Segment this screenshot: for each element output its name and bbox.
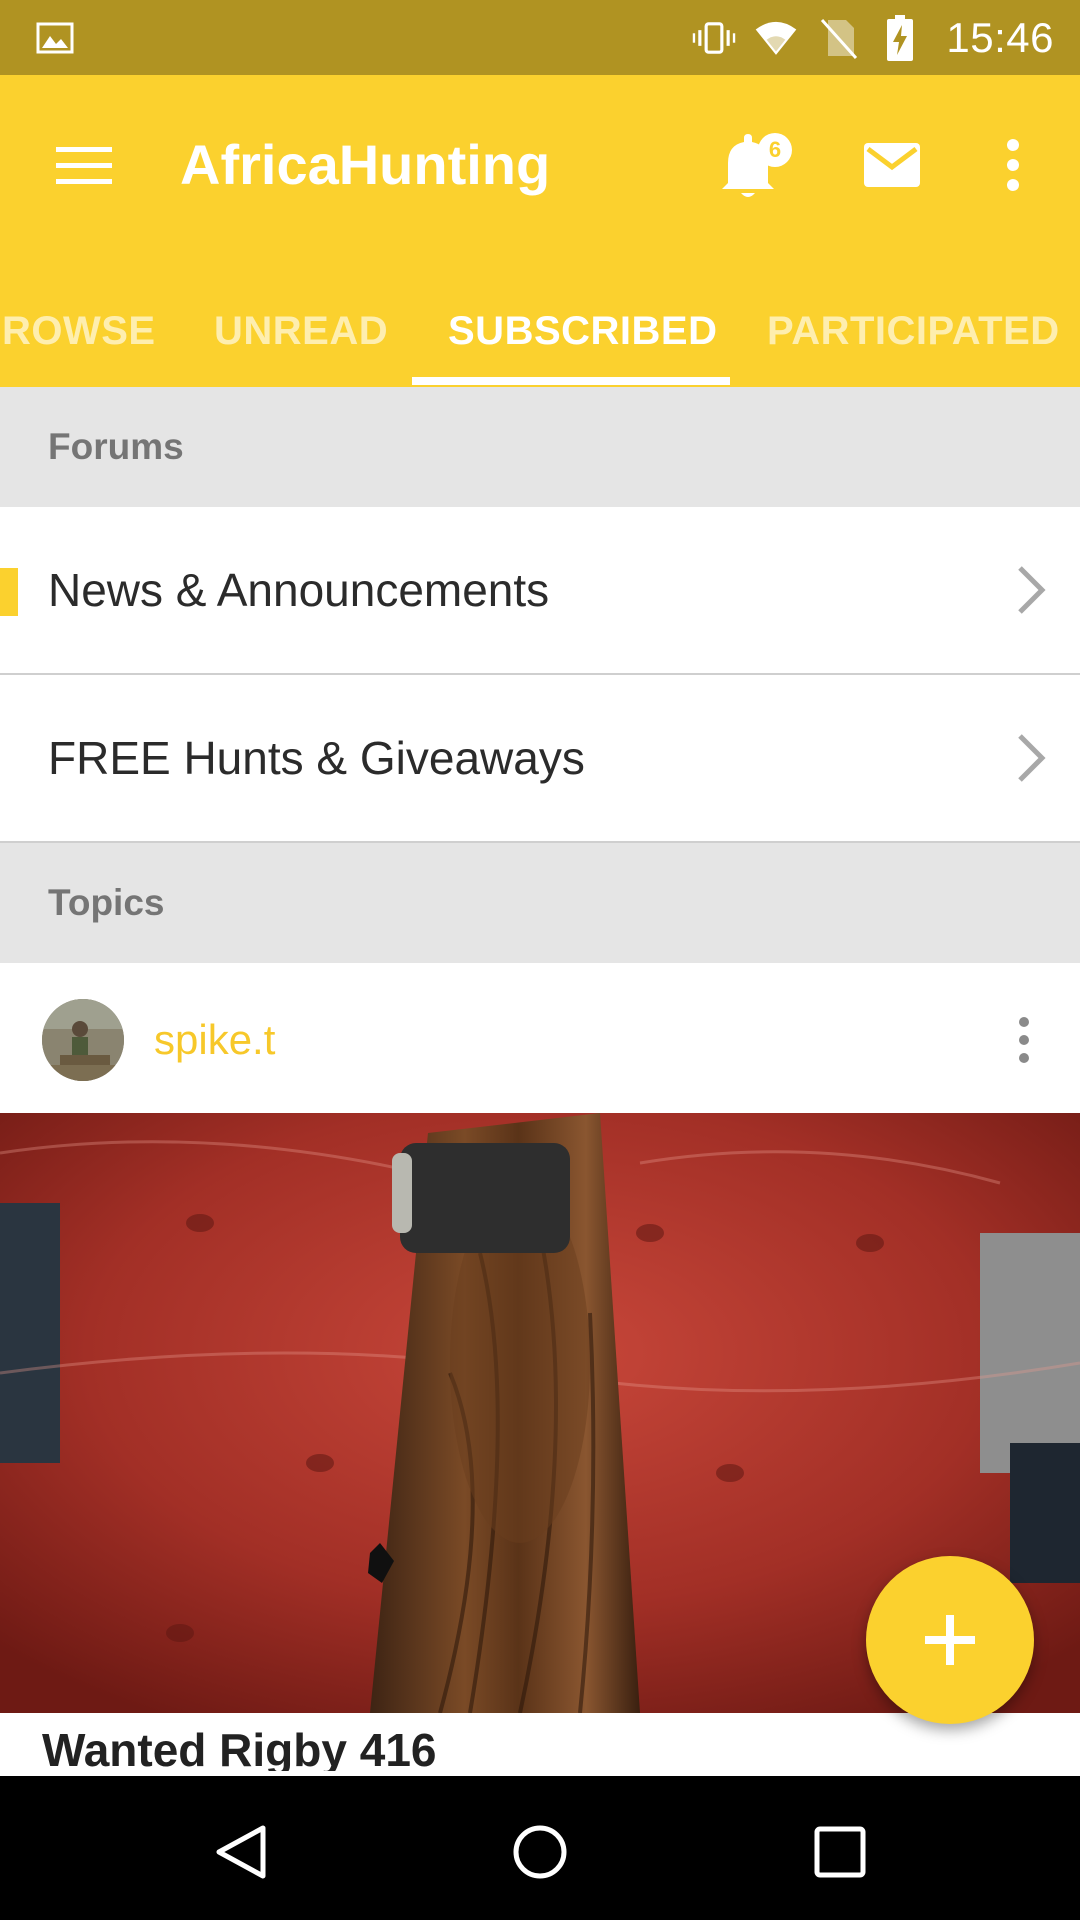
no-sim-icon: [816, 16, 860, 60]
tab-subscribed[interactable]: SUBSCRIBED: [448, 275, 717, 387]
tab-participated[interactable]: PARTICIPATED: [767, 275, 1060, 387]
wifi-icon: [754, 16, 798, 60]
app-title: AfricaHunting: [180, 133, 551, 196]
topic-title[interactable]: Wanted Rigby 416: [42, 1723, 436, 1771]
notification-badge: 6: [758, 133, 792, 167]
forum-item[interactable]: News & Announcements: [0, 507, 1080, 675]
system-nav-bar: [0, 1776, 1080, 1920]
notifications-button[interactable]: 6: [708, 125, 792, 205]
menu-icon[interactable]: [46, 127, 122, 203]
app-bar: AfricaHunting 6 ROWSE UNREAD SUBSCRIBED …: [0, 75, 1080, 387]
forum-item-label: FREE Hunts & Giveaways: [48, 732, 585, 784]
back-icon[interactable]: [201, 1812, 281, 1892]
status-bar: 15:46: [0, 0, 1080, 75]
clock: 15:46: [946, 13, 1054, 61]
more-vert-icon[interactable]: [1004, 1007, 1044, 1073]
unread-indicator: [0, 568, 18, 616]
chevron-right-icon: [1018, 734, 1046, 782]
section-header-topics: Topics: [0, 843, 1080, 963]
mail-icon[interactable]: [852, 127, 932, 203]
compose-fab[interactable]: [866, 1556, 1034, 1724]
section-header-forums: Forums: [0, 387, 1080, 507]
more-vert-icon[interactable]: [988, 127, 1038, 203]
plus-icon: [925, 1615, 975, 1665]
avatar[interactable]: [42, 999, 124, 1081]
recents-icon[interactable]: [800, 1812, 880, 1892]
topic-author[interactable]: spike.t: [154, 999, 275, 1081]
image-icon: [36, 22, 74, 54]
tab-unread[interactable]: UNREAD: [214, 275, 388, 387]
tab-bar: ROWSE UNREAD SUBSCRIBED PARTICIPATED: [0, 275, 1080, 387]
home-icon[interactable]: [500, 1812, 580, 1892]
active-tab-indicator: [412, 377, 730, 385]
vibrate-icon: [692, 16, 736, 60]
tab-browse[interactable]: ROWSE: [2, 275, 156, 387]
battery-charging-icon: [878, 14, 922, 61]
chevron-right-icon: [1018, 566, 1046, 614]
forum-item-label: News & Announcements: [48, 564, 550, 616]
forum-item[interactable]: FREE Hunts & Giveaways: [0, 675, 1080, 843]
